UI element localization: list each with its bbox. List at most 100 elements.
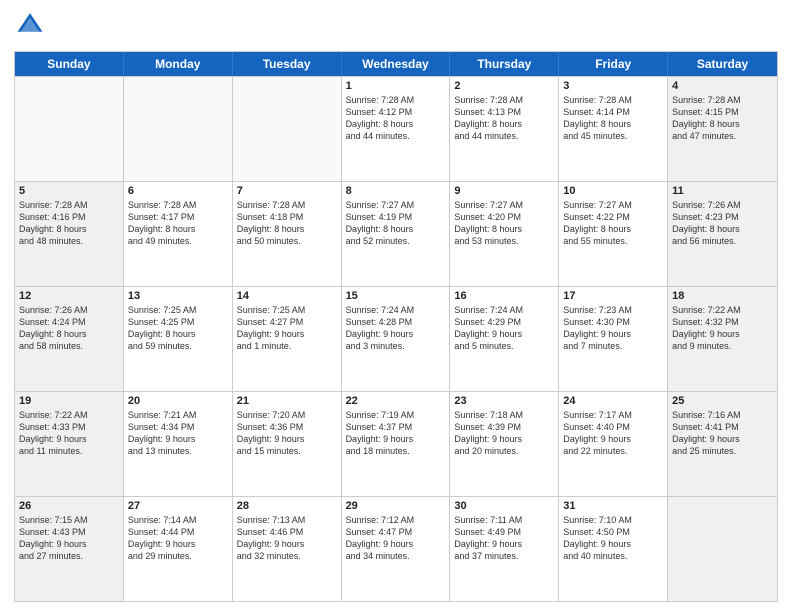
calendar-cell: 11 Sunrise: 7:26 AM Sunset: 4:23 PM Dayli… xyxy=(668,182,777,286)
day-detail: Sunrise: 7:21 AM Sunset: 4:34 PM Dayligh… xyxy=(128,409,228,458)
header-day-sunday: Sunday xyxy=(15,52,124,76)
calendar-cell: 14Sunrise: 7:25 AM Sunset: 4:27 PM Dayli… xyxy=(233,287,342,391)
day-number: 29 xyxy=(346,500,446,512)
day-number: 12 xyxy=(19,290,119,302)
day-detail: Sunrise: 7:10 AM Sunset: 4:50 PM Dayligh… xyxy=(563,514,663,563)
calendar-week-2: 5 Sunrise: 7:28 AM Sunset: 4:16 PM Daylig… xyxy=(15,181,777,286)
day-detail: Sunrise: 7:28 AM Sunset: 4:14 PM Dayligh… xyxy=(563,94,663,143)
day-number: 15 xyxy=(346,290,446,302)
day-number: 13 xyxy=(128,290,228,302)
day-number: 9 xyxy=(454,185,554,197)
day-detail: Sunrise: 7:28 AM Sunset: 4:15 PM Dayligh… xyxy=(672,94,773,143)
calendar-cell: 2Sunrise: 7:28 AM Sunset: 4:13 PM Daylig… xyxy=(450,77,559,181)
calendar-week-3: 12 Sunrise: 7:26 AM Sunset: 4:24 PM Dayli… xyxy=(15,286,777,391)
day-detail: Sunrise: 7:17 AM Sunset: 4:40 PM Dayligh… xyxy=(563,409,663,458)
header-day-tuesday: Tuesday xyxy=(233,52,342,76)
day-number: 31 xyxy=(563,500,663,512)
day-number: 11 xyxy=(672,185,773,197)
calendar-cell: 18 Sunrise: 7:22 AM Sunset: 4:32 PM Dayli… xyxy=(668,287,777,391)
day-detail: Sunrise: 7:26 AM Sunset: 4:23 PM Dayligh… xyxy=(672,199,773,248)
day-number: 6 xyxy=(128,185,228,197)
day-number: 3 xyxy=(563,80,663,92)
day-detail: Sunrise: 7:27 AM Sunset: 4:20 PM Dayligh… xyxy=(454,199,554,248)
calendar-cell: 16 Sunrise: 7:24 AM Sunset: 4:29 PM Dayli… xyxy=(450,287,559,391)
main-container: SundayMondayTuesdayWednesdayThursdayFrid… xyxy=(0,0,792,612)
day-detail: Sunrise: 7:19 AM Sunset: 4:37 PM Dayligh… xyxy=(346,409,446,458)
day-detail: Sunrise: 7:15 AM Sunset: 4:43 PM Dayligh… xyxy=(19,514,119,563)
calendar-cell: 13 Sunrise: 7:25 AM Sunset: 4:25 PM Dayli… xyxy=(124,287,233,391)
calendar-cell: 1 Sunrise: 7:28 AM Sunset: 4:12 PM Daylig… xyxy=(342,77,451,181)
calendar-cell: 28 Sunrise: 7:13 AM Sunset: 4:46 PM Dayli… xyxy=(233,497,342,601)
calendar-cell: 12 Sunrise: 7:26 AM Sunset: 4:24 PM Dayli… xyxy=(15,287,124,391)
day-detail: Sunrise: 7:27 AM Sunset: 4:19 PM Dayligh… xyxy=(346,199,446,248)
day-number: 2 xyxy=(454,80,554,92)
calendar-cell: 29 Sunrise: 7:12 AM Sunset: 4:47 PM Dayli… xyxy=(342,497,451,601)
calendar-cell: 10Sunrise: 7:27 AM Sunset: 4:22 PM Dayli… xyxy=(559,182,668,286)
day-number: 20 xyxy=(128,395,228,407)
day-number: 5 xyxy=(19,185,119,197)
calendar-cell: 7Sunrise: 7:28 AM Sunset: 4:18 PM Daylig… xyxy=(233,182,342,286)
day-number: 21 xyxy=(237,395,337,407)
calendar-cell xyxy=(668,497,777,601)
day-number: 28 xyxy=(237,500,337,512)
calendar-cell: 8 Sunrise: 7:27 AM Sunset: 4:19 PM Daylig… xyxy=(342,182,451,286)
day-detail: Sunrise: 7:22 AM Sunset: 4:33 PM Dayligh… xyxy=(19,409,119,458)
calendar-cell xyxy=(233,77,342,181)
day-number: 24 xyxy=(563,395,663,407)
calendar-cell: 24 Sunrise: 7:17 AM Sunset: 4:40 PM Dayli… xyxy=(559,392,668,496)
day-number: 27 xyxy=(128,500,228,512)
header-day-thursday: Thursday xyxy=(450,52,559,76)
calendar-cell: 20 Sunrise: 7:21 AM Sunset: 4:34 PM Dayli… xyxy=(124,392,233,496)
day-detail: Sunrise: 7:23 AM Sunset: 4:30 PM Dayligh… xyxy=(563,304,663,353)
day-number: 7 xyxy=(237,185,337,197)
header-day-saturday: Saturday xyxy=(668,52,777,76)
calendar-cell: 9 Sunrise: 7:27 AM Sunset: 4:20 PM Daylig… xyxy=(450,182,559,286)
header-day-wednesday: Wednesday xyxy=(342,52,451,76)
header-day-monday: Monday xyxy=(124,52,233,76)
day-number: 30 xyxy=(454,500,554,512)
calendar-week-1: 1 Sunrise: 7:28 AM Sunset: 4:12 PM Daylig… xyxy=(15,76,777,181)
calendar-cell xyxy=(124,77,233,181)
calendar-cell: 25Sunrise: 7:16 AM Sunset: 4:41 PM Dayli… xyxy=(668,392,777,496)
day-detail: Sunrise: 7:22 AM Sunset: 4:32 PM Dayligh… xyxy=(672,304,773,353)
logo xyxy=(14,10,46,43)
calendar-cell: 6 Sunrise: 7:28 AM Sunset: 4:17 PM Daylig… xyxy=(124,182,233,286)
calendar-cell: 23 Sunrise: 7:18 AM Sunset: 4:39 PM Dayli… xyxy=(450,392,559,496)
calendar-cell xyxy=(15,77,124,181)
calendar-header-row: SundayMondayTuesdayWednesdayThursdayFrid… xyxy=(15,52,777,76)
day-detail: Sunrise: 7:28 AM Sunset: 4:16 PM Dayligh… xyxy=(19,199,119,248)
day-number: 22 xyxy=(346,395,446,407)
day-number: 17 xyxy=(563,290,663,302)
logo-icon xyxy=(16,10,44,38)
day-detail: Sunrise: 7:25 AM Sunset: 4:25 PM Dayligh… xyxy=(128,304,228,353)
calendar: SundayMondayTuesdayWednesdayThursdayFrid… xyxy=(14,51,778,602)
calendar-cell: 4Sunrise: 7:28 AM Sunset: 4:15 PM Daylig… xyxy=(668,77,777,181)
day-number: 1 xyxy=(346,80,446,92)
header xyxy=(14,10,778,43)
calendar-week-4: 19 Sunrise: 7:22 AM Sunset: 4:33 PM Dayli… xyxy=(15,391,777,496)
day-number: 16 xyxy=(454,290,554,302)
day-number: 18 xyxy=(672,290,773,302)
day-detail: Sunrise: 7:26 AM Sunset: 4:24 PM Dayligh… xyxy=(19,304,119,353)
day-detail: Sunrise: 7:12 AM Sunset: 4:47 PM Dayligh… xyxy=(346,514,446,563)
day-detail: Sunrise: 7:13 AM Sunset: 4:46 PM Dayligh… xyxy=(237,514,337,563)
day-detail: Sunrise: 7:28 AM Sunset: 4:12 PM Dayligh… xyxy=(346,94,446,143)
calendar-cell: 15Sunrise: 7:24 AM Sunset: 4:28 PM Dayli… xyxy=(342,287,451,391)
day-number: 26 xyxy=(19,500,119,512)
calendar-cell: 26 Sunrise: 7:15 AM Sunset: 4:43 PM Dayli… xyxy=(15,497,124,601)
day-number: 8 xyxy=(346,185,446,197)
day-number: 10 xyxy=(563,185,663,197)
calendar-body: 1 Sunrise: 7:28 AM Sunset: 4:12 PM Daylig… xyxy=(15,76,777,601)
day-detail: Sunrise: 7:11 AM Sunset: 4:49 PM Dayligh… xyxy=(454,514,554,563)
day-detail: Sunrise: 7:28 AM Sunset: 4:17 PM Dayligh… xyxy=(128,199,228,248)
calendar-cell: 19 Sunrise: 7:22 AM Sunset: 4:33 PM Dayli… xyxy=(15,392,124,496)
day-detail: Sunrise: 7:24 AM Sunset: 4:29 PM Dayligh… xyxy=(454,304,554,353)
calendar-cell: 27 Sunrise: 7:14 AM Sunset: 4:44 PM Dayli… xyxy=(124,497,233,601)
day-detail: Sunrise: 7:18 AM Sunset: 4:39 PM Dayligh… xyxy=(454,409,554,458)
day-detail: Sunrise: 7:14 AM Sunset: 4:44 PM Dayligh… xyxy=(128,514,228,563)
day-number: 23 xyxy=(454,395,554,407)
calendar-cell: 17 Sunrise: 7:23 AM Sunset: 4:30 PM Dayli… xyxy=(559,287,668,391)
day-number: 19 xyxy=(19,395,119,407)
calendar-cell: 22 Sunrise: 7:19 AM Sunset: 4:37 PM Dayli… xyxy=(342,392,451,496)
header-day-friday: Friday xyxy=(559,52,668,76)
